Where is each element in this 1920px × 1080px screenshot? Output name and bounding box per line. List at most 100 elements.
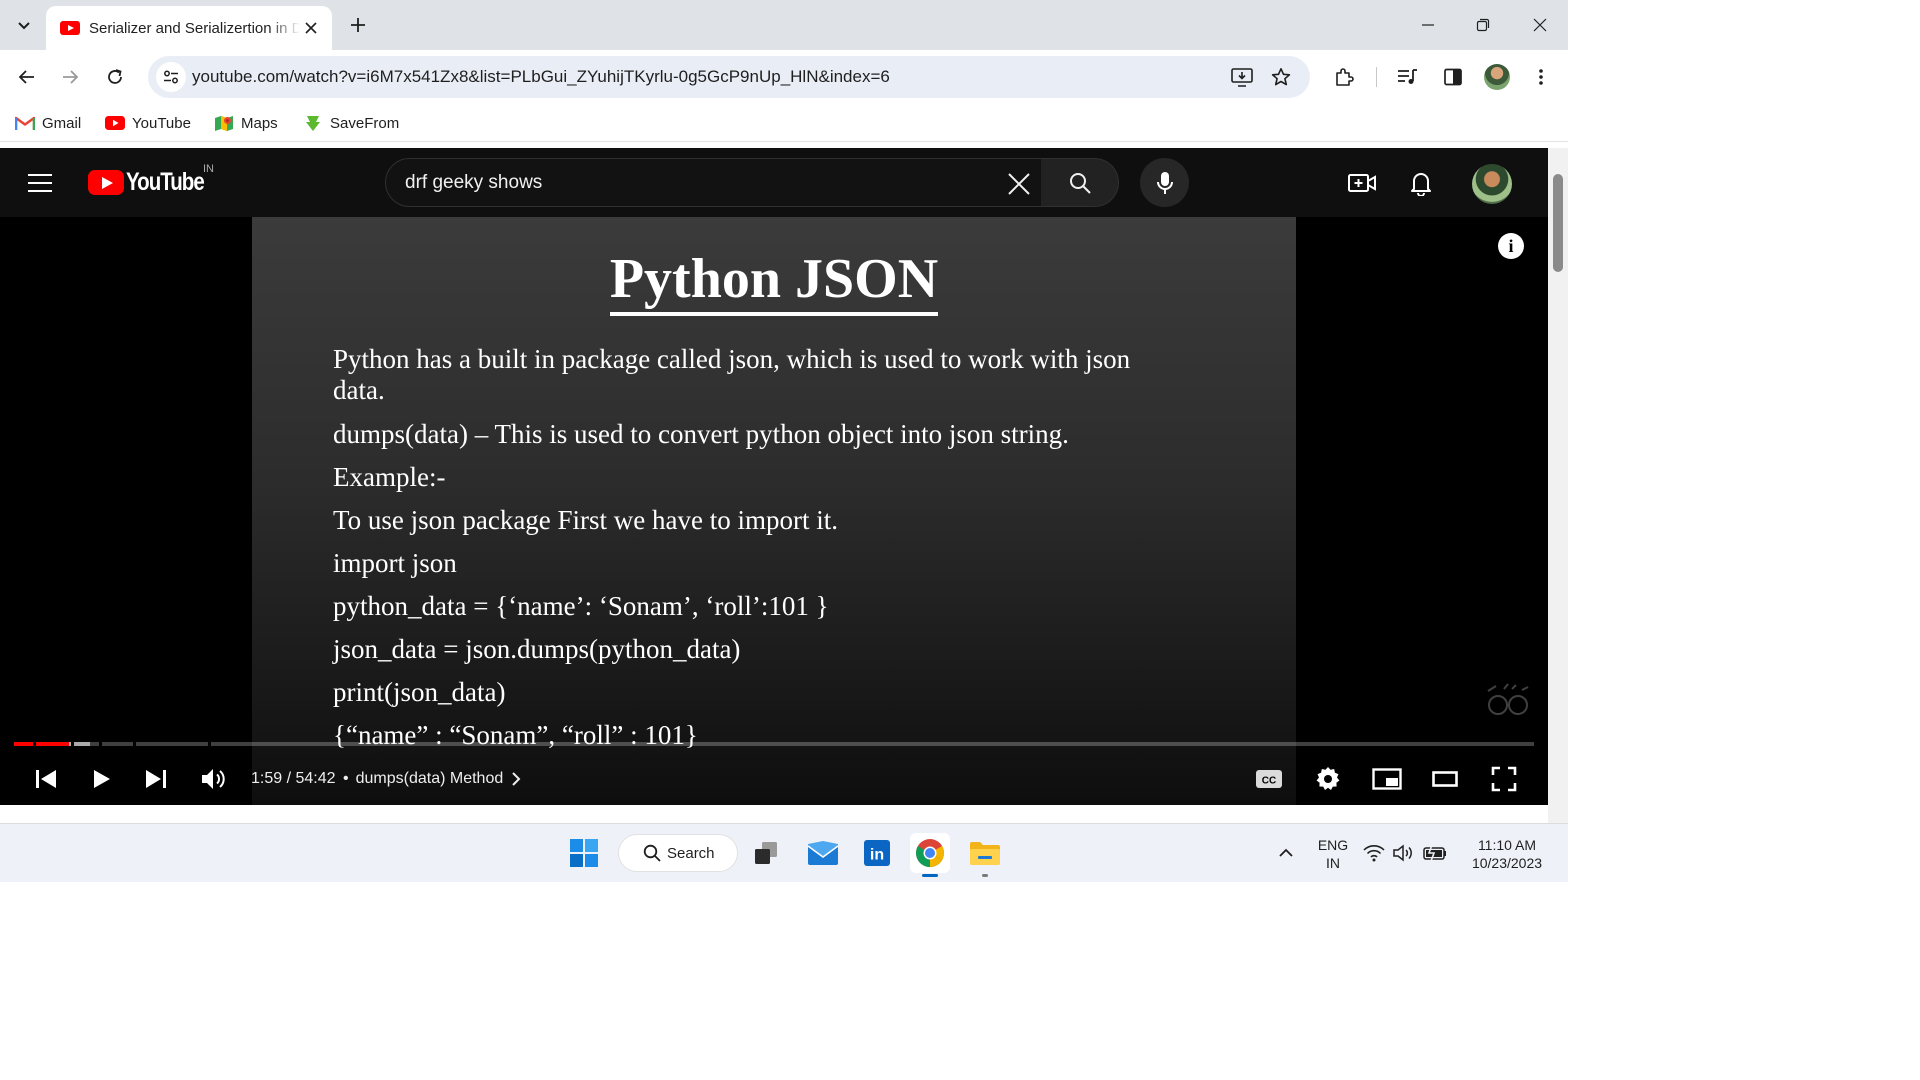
address-bar[interactable]: youtube.com/watch?v=i6M7x541Zx8&list=PLb… (148, 56, 1310, 98)
play-button[interactable] (84, 761, 120, 797)
start-button[interactable] (564, 833, 604, 873)
taskbar-search-label: Search (667, 844, 715, 862)
info-card-button[interactable]: i (1498, 233, 1524, 259)
youtube-favicon-icon (60, 21, 80, 35)
search-query-text[interactable]: drf geeky shows (405, 172, 542, 194)
volume-icon (202, 769, 225, 789)
notifications-button[interactable] (1406, 168, 1436, 198)
scrollbar-thumb[interactable] (1553, 174, 1563, 272)
bookmarks-bar: Gmail YouTube Maps SaveFrom (0, 104, 1568, 142)
tab-close-button[interactable] (300, 17, 322, 39)
extensions-button[interactable] (1329, 62, 1359, 92)
maps-icon (213, 114, 235, 132)
create-button[interactable] (1347, 168, 1377, 198)
video-player[interactable]: Python JSON Python has a built in packag… (0, 217, 1548, 805)
browser-menu-button[interactable] (1526, 62, 1556, 92)
theater-mode-button[interactable] (1427, 761, 1463, 797)
file-explorer-button[interactable] (965, 833, 1005, 877)
skip-next-icon (146, 770, 166, 788)
time-display: 1:59 / 54:42 (251, 770, 336, 787)
site-info-button[interactable] (156, 62, 186, 92)
tab-title: Serializer and Serializertion in D (89, 19, 300, 37)
folder-icon (970, 842, 1000, 865)
arrow-right-icon (63, 70, 79, 84)
network-volume-battery-icons (1363, 844, 1446, 862)
new-tab-button[interactable] (344, 11, 372, 39)
previous-button[interactable] (28, 761, 64, 797)
voice-search-button[interactable] (1140, 158, 1189, 207)
theater-mode-icon (1432, 771, 1458, 787)
settings-button[interactable] (1310, 761, 1346, 797)
browser-tab-active[interactable]: Serializer and Serializertion in D (46, 6, 332, 50)
url-text[interactable]: youtube.com/watch?v=i6M7x541Zx8&list=PLb… (192, 67, 890, 87)
star-icon (1271, 68, 1291, 86)
youtube-logo-text: YouTube (126, 168, 205, 196)
clock-button[interactable]: 11:10 AM 10/23/2023 (1462, 836, 1552, 872)
chapter-title-button[interactable]: • dumps(data) Method (343, 770, 523, 788)
chevron-down-icon (18, 22, 30, 30)
taskbar-search-button[interactable]: Search (618, 834, 738, 872)
input-language-button[interactable]: ENG IN (1310, 836, 1356, 872)
youtube-logo[interactable]: YouTube IN (88, 163, 221, 197)
mute-button[interactable] (196, 761, 232, 797)
miniplayer-icon (1372, 768, 1402, 790)
bookmark-star-button[interactable] (1269, 65, 1293, 89)
channel-watermark-icon[interactable] (1484, 683, 1532, 719)
chapter-title: dumps(data) Method (355, 770, 504, 787)
search-icon (1069, 172, 1091, 194)
back-button[interactable] (12, 62, 42, 92)
window-close-button[interactable] (1525, 10, 1555, 40)
chrome-app-button[interactable] (910, 833, 950, 877)
bookmark-youtube[interactable]: YouTube (104, 112, 191, 134)
install-app-button[interactable] (1230, 65, 1254, 89)
language-code: ENG (1317, 837, 1349, 853)
show-hidden-icons-button[interactable] (1266, 833, 1306, 873)
bookmark-gmail[interactable]: Gmail (14, 112, 81, 134)
skip-previous-icon (36, 770, 56, 788)
youtube-logo-icon (88, 170, 124, 195)
bookmark-savefrom[interactable]: SaveFrom (302, 112, 399, 134)
country-code: IN (203, 163, 214, 175)
bookmark-label: Maps (241, 114, 278, 132)
open-app-indicator (982, 874, 988, 877)
chapter-gap (99, 742, 102, 746)
tune-icon (164, 70, 178, 84)
task-view-button[interactable] (746, 833, 786, 873)
bookmark-maps[interactable]: Maps (213, 112, 278, 134)
quick-settings-button[interactable] (1360, 833, 1456, 873)
browser-profile-avatar[interactable] (1484, 64, 1510, 90)
clear-search-icon[interactable] (1006, 171, 1032, 197)
mail-app-button[interactable] (803, 833, 843, 873)
window-restore-button[interactable] (1468, 10, 1498, 40)
account-avatar[interactable] (1472, 164, 1512, 204)
side-panel-icon (1444, 68, 1462, 86)
subtitles-button[interactable]: CC (1251, 761, 1287, 797)
chapter-gap (208, 742, 211, 746)
page-scrollbar[interactable] (0, 148, 1568, 823)
tab-search-dropdown-button[interactable] (10, 11, 38, 39)
guide-menu-button[interactable] (28, 168, 60, 198)
reload-icon (108, 69, 122, 84)
media-controls-button[interactable] (1393, 62, 1423, 92)
window-minimize-button[interactable] (1413, 10, 1443, 40)
played-bar (14, 742, 69, 746)
side-panel-button[interactable] (1438, 62, 1468, 92)
search-input[interactable]: drf geeky shows (385, 158, 1042, 207)
microphone-icon (1156, 171, 1173, 194)
linkedin-app-button[interactable]: in (857, 833, 897, 873)
reload-button[interactable] (100, 62, 130, 92)
browser-toolbar: youtube.com/watch?v=i6M7x541Zx8&list=PLb… (0, 50, 1568, 104)
fullscreen-button[interactable] (1486, 761, 1522, 797)
windows-logo-icon (570, 839, 598, 867)
progress-bar[interactable] (14, 742, 1534, 746)
chevron-up-icon (1279, 848, 1293, 857)
svg-text:CC: CC (1262, 776, 1276, 787)
fullscreen-icon (1491, 766, 1517, 792)
miniplayer-button[interactable] (1369, 761, 1405, 797)
youtube-icon (104, 114, 126, 132)
close-icon (1533, 18, 1547, 32)
windows-taskbar: Search in ENG IN 11:10 AM 10/23/2023 (0, 823, 1568, 882)
search-button[interactable] (1041, 158, 1119, 207)
forward-button[interactable] (55, 62, 85, 92)
next-button[interactable] (138, 761, 174, 797)
